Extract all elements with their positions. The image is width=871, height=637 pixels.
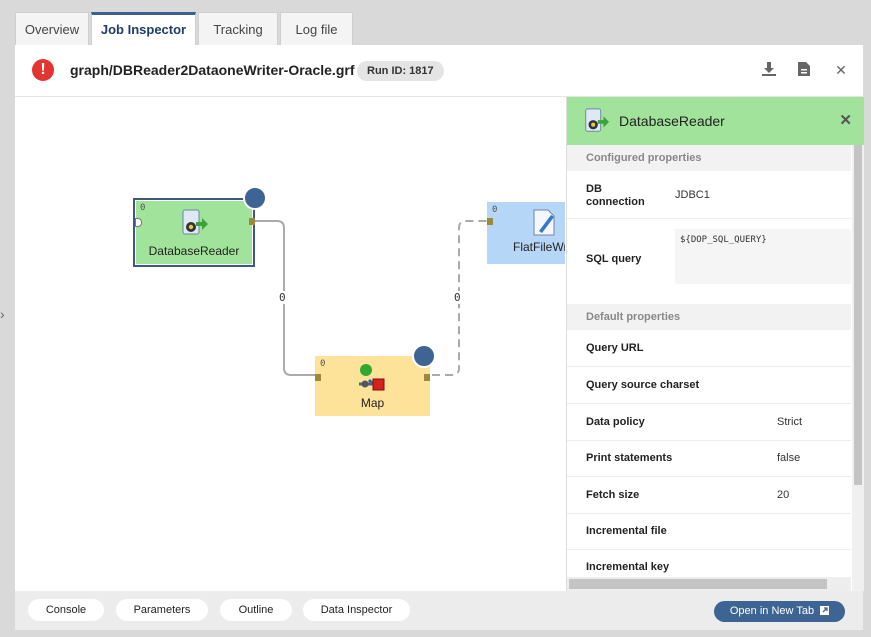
tab-tracking[interactable]: Tracking: [198, 12, 278, 45]
open-in-new-tab-label: Open in New Tab: [729, 605, 815, 617]
property-key: Query URL: [586, 342, 644, 354]
property-key: Query source charset: [586, 379, 700, 391]
property-row-sql-query: SQL query ${DOP_SQL_QUERY}: [567, 219, 851, 306]
property-row: Incremental file: [567, 513, 851, 550]
flat-file-writer-icon: [531, 207, 557, 240]
port-index: 0: [492, 205, 498, 215]
property-value[interactable]: false: [777, 452, 800, 464]
input-port: [315, 374, 321, 381]
parameters-button[interactable]: Parameters: [116, 599, 208, 621]
scrollbar-thumb[interactable]: [569, 579, 827, 589]
port-index: 0: [140, 203, 146, 213]
document-icon[interactable]: [795, 61, 813, 79]
tab-overview[interactable]: Overview: [15, 12, 89, 45]
status-indicator: [412, 344, 436, 368]
inspector-title: DatabaseReader: [619, 113, 725, 129]
external-link-icon: [820, 606, 830, 615]
property-key: Incremental key: [586, 561, 670, 573]
edge-label-map-writer: 0: [454, 291, 461, 304]
node-map[interactable]: 0 Map: [315, 344, 436, 416]
tab-log-file[interactable]: Log file: [280, 12, 353, 45]
property-key: SQL query: [586, 253, 642, 265]
inspector-header: DatabaseReader ✕: [567, 97, 864, 145]
node-label: FlatFileWri: [513, 240, 565, 254]
status-indicator: [243, 186, 267, 210]
node-label: DatabaseReader: [148, 244, 240, 258]
property-row: Query URL: [567, 330, 851, 367]
tab-job-inspector[interactable]: Job Inspector: [91, 12, 196, 47]
scrollbar-thumb[interactable]: [854, 145, 862, 485]
run-id-badge: Run ID: 1817: [357, 61, 444, 81]
property-row: Data policy Strict: [567, 404, 851, 441]
database-reader-icon: [179, 208, 209, 241]
port-index: 0: [320, 359, 326, 369]
property-value[interactable]: Strict: [777, 416, 802, 428]
node-label: Map: [360, 396, 385, 410]
input-port: [135, 218, 142, 227]
close-icon[interactable]: ✕: [832, 61, 850, 79]
expand-left-icon[interactable]: ›: [0, 306, 5, 322]
property-row: Print statements false: [567, 440, 851, 477]
console-button[interactable]: Console: [28, 599, 104, 621]
error-icon: !: [32, 59, 54, 81]
node-database-reader[interactable]: 0 DatabaseReader: [133, 186, 267, 267]
property-value[interactable]: JDBC1: [675, 189, 710, 201]
component-inspector: DatabaseReader ✕ Configured properties D…: [566, 97, 864, 591]
graph-path-title: graph/DBReader2DataoneWriter-Oracle.grf: [70, 62, 355, 78]
graph-edges: [253, 216, 495, 380]
output-port: [424, 374, 430, 381]
sql-query-editor[interactable]: ${DOP_SQL_QUERY}: [675, 229, 851, 284]
property-row: Query source charset: [567, 367, 851, 404]
edge-label-reader-map: 0: [279, 291, 286, 304]
property-key: Fetch size: [586, 489, 640, 501]
outline-button[interactable]: Outline: [220, 599, 292, 621]
node-flat-file-writer[interactable]: 0 FlatFileWri: [487, 202, 565, 264]
data-inspector-button[interactable]: Data Inspector: [303, 599, 410, 621]
inspector-close-icon[interactable]: ✕: [839, 111, 852, 129]
database-reader-icon: [582, 106, 610, 141]
panel-header: ! graph/DBReader2DataoneWriter-Oracle.gr…: [15, 45, 863, 97]
open-in-new-tab-button[interactable]: Open in New Tab: [714, 601, 845, 622]
property-value[interactable]: 20: [777, 489, 789, 501]
download-icon[interactable]: [760, 61, 778, 79]
property-key: Print statements: [586, 452, 673, 464]
property-key: Data policy: [586, 416, 645, 428]
property-row: Fetch size 20: [567, 477, 851, 514]
inspector-vertical-scrollbar[interactable]: [852, 145, 864, 591]
configured-properties-heading: Configured properties: [567, 145, 851, 171]
output-port: [249, 218, 255, 225]
property-key: Incremental file: [586, 525, 667, 537]
graph-canvas[interactable]: 0 0 0 DatabaseReader 0 Map 0 FlatFileWri: [15, 97, 565, 591]
inspector-horizontal-scrollbar[interactable]: [567, 577, 851, 591]
default-properties-heading: Default properties: [567, 304, 851, 330]
property-key: DB connection: [586, 183, 645, 208]
bottom-toolbar: Console Parameters Outline Data Inspecto…: [15, 591, 863, 630]
map-icon: [357, 362, 387, 395]
job-inspector-panel: ! graph/DBReader2DataoneWriter-Oracle.gr…: [15, 45, 864, 630]
property-row-db-connection: DB connection JDBC1: [567, 171, 851, 219]
input-port: [487, 218, 493, 225]
